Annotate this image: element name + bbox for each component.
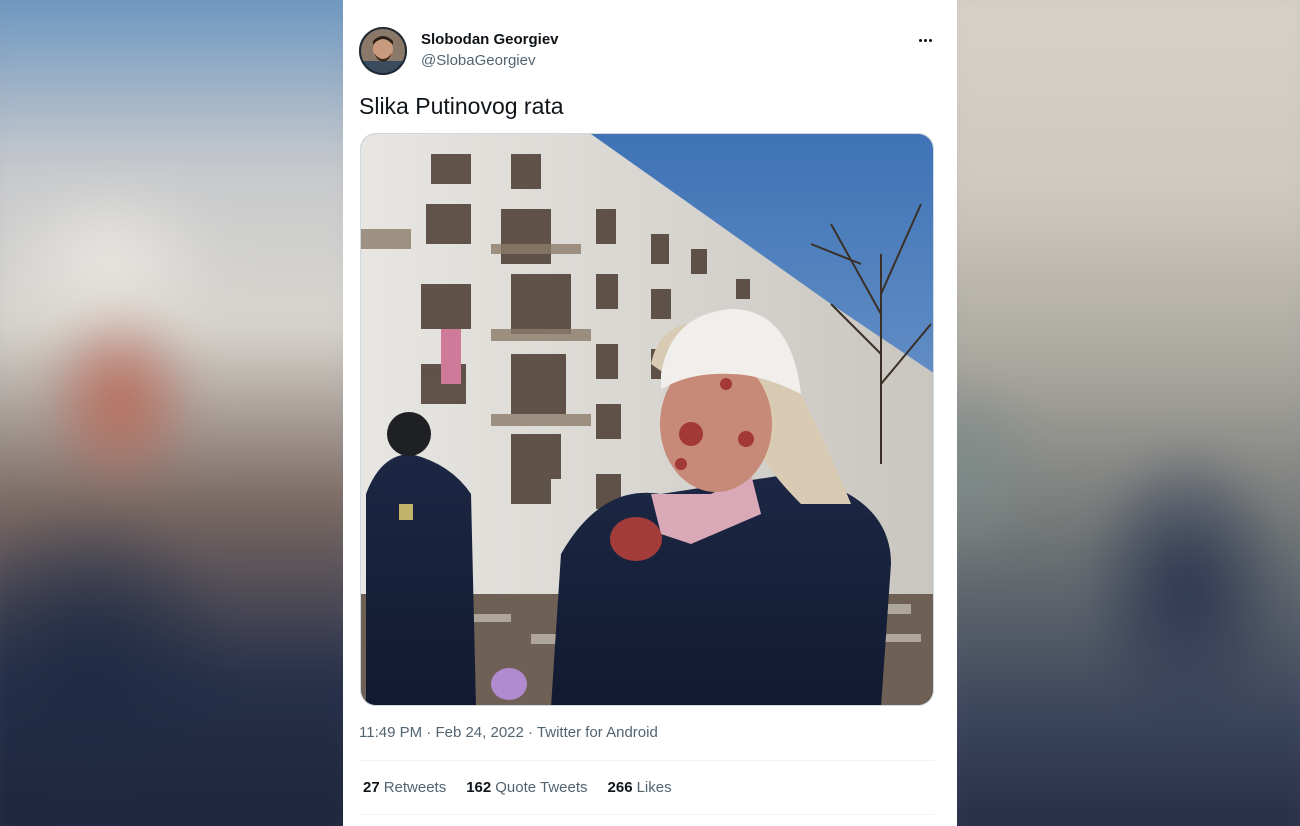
author-name[interactable]: Slobodan Georgiev bbox=[421, 31, 559, 48]
meta-separator: · bbox=[528, 724, 534, 741]
more-options-icon[interactable] bbox=[913, 28, 937, 52]
tweet-stats: 27 Retweets 162 Quote Tweets 266 Likes bbox=[363, 779, 672, 796]
likes-label: Likes bbox=[636, 779, 672, 796]
tweet-photo[interactable] bbox=[360, 133, 934, 706]
likes-count: 266 bbox=[607, 779, 633, 796]
divider bbox=[359, 760, 935, 761]
quote-tweets-label: Quote Tweets bbox=[495, 779, 588, 796]
blurred-background-right bbox=[957, 0, 1300, 826]
divider bbox=[359, 814, 935, 815]
tweet-source[interactable]: Twitter for Android bbox=[537, 724, 658, 741]
quote-tweets-count: 162 bbox=[466, 779, 492, 796]
retweets-stat[interactable]: 27 Retweets bbox=[363, 779, 446, 796]
meta-separator: · bbox=[426, 724, 432, 741]
tweet-date[interactable]: Feb 24, 2022 bbox=[435, 724, 523, 741]
blurred-background-left bbox=[0, 0, 343, 826]
tweet-timestamp: 11:49 PM · Feb 24, 2022 · Twitter for An… bbox=[359, 724, 658, 741]
tweet-time[interactable]: 11:49 PM bbox=[359, 724, 422, 741]
photo-illustration bbox=[361, 134, 933, 705]
retweets-count: 27 bbox=[363, 779, 380, 796]
author-handle[interactable]: @SlobaGeorgiev bbox=[421, 52, 535, 69]
likes-stat[interactable]: 266 Likes bbox=[608, 779, 672, 796]
author-avatar[interactable] bbox=[359, 27, 407, 75]
tweet-text: Slika Putinovog rata bbox=[359, 93, 564, 119]
quote-tweets-stat[interactable]: 162 Quote Tweets bbox=[466, 779, 587, 796]
retweets-label: Retweets bbox=[383, 779, 447, 796]
